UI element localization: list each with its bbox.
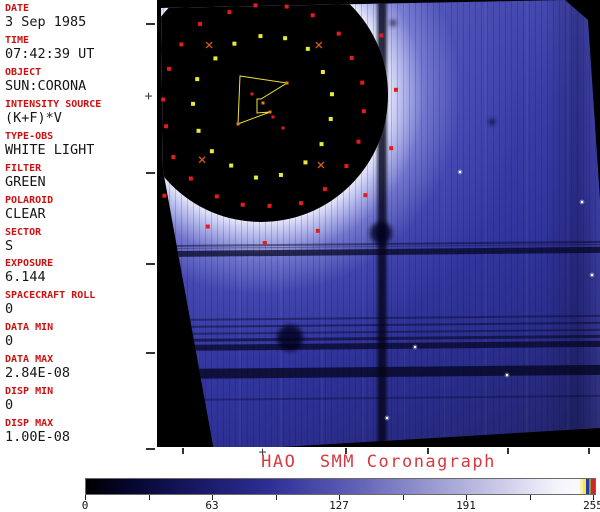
- tick-mark: [146, 352, 155, 354]
- metadata-label: DATA MAX: [5, 354, 54, 366]
- metadata-value: WHITE LIGHT: [5, 141, 95, 158]
- colorbar-minor-tick: [148, 495, 150, 500]
- metadata-label: DISP MIN: [5, 386, 54, 398]
- metadata-field: TYPE-OBS WHITE LIGHT: [5, 131, 94, 158]
- metadata-field: OBJECT SUN:CORONA: [5, 67, 86, 94]
- colorbar-tick-label: 191: [456, 499, 476, 512]
- tick-mark: [146, 172, 155, 174]
- colorbar-end-stripes: [580, 479, 595, 494]
- metadata-value: (K+F)*V: [5, 109, 62, 126]
- metadata-value: 3 Sep 1985: [5, 14, 87, 30]
- metadata-field: DISP MIN 0: [5, 386, 53, 413]
- metadata-field: SECTOR S: [5, 227, 41, 254]
- metadata-label: SPACECRAFT ROLL: [5, 290, 96, 302]
- metadata-label: SECTOR: [5, 226, 42, 238]
- metadata-label: FILTER: [5, 162, 42, 174]
- metadata-value: 0: [5, 333, 14, 350]
- metadata-label: DATA MIN: [5, 322, 54, 334]
- colorbar-minor-tick: [275, 495, 277, 500]
- metadata-label: DATE: [5, 3, 30, 14]
- metadata-value: 6.144: [5, 269, 46, 286]
- metadata-value: 0: [5, 397, 14, 414]
- tick-mark: [146, 23, 155, 25]
- plus-fiducial: +: [144, 89, 153, 104]
- metadata-label: EXPOSURE: [5, 258, 54, 270]
- metadata-value: CLEAR: [5, 205, 46, 222]
- metadata-value: 07:42:39 UT: [5, 45, 95, 62]
- colorbar-minor-tick: [529, 495, 531, 500]
- metadata-value: 0: [5, 301, 14, 318]
- metadata-field: SPACECRAFT ROLL 0: [5, 290, 95, 317]
- metadata-label: OBJECT: [5, 66, 42, 78]
- metadata-field: DATA MIN 0: [5, 322, 53, 349]
- intensity-colorbar: [85, 478, 596, 495]
- metadata-field: POLAROID CLEAR: [5, 195, 53, 222]
- coronagraph-image[interactable]: [157, 0, 600, 447]
- metadata-label: POLAROID: [5, 194, 54, 206]
- metadata-label: INTENSITY SOURCE: [5, 98, 102, 110]
- metadata-field: INTENSITY SOURCE (K+F)*V: [5, 99, 101, 126]
- image-caption: HAO SMM Coronagraph: [261, 452, 496, 472]
- colorbar-tick-label: 0: [81, 499, 89, 512]
- metadata-field: TIME 07:42:39 UT: [5, 35, 94, 62]
- metadata-field: DATE 3 Sep 1985: [5, 3, 86, 30]
- colorbar-tick-label: 127: [329, 499, 349, 512]
- metadata-value: 2.84E-08: [5, 365, 71, 382]
- colorbar-stripe: [591, 479, 595, 494]
- metadata-field: DATA MAX 2.84E-08: [5, 354, 70, 381]
- tick-mark: [146, 448, 155, 450]
- metadata-label: TYPE-OBS: [5, 130, 54, 142]
- metadata-value: GREEN: [5, 173, 46, 190]
- metadata-field: EXPOSURE 6.144: [5, 258, 53, 285]
- metadata-panel: DATE 3 Sep 1985 TIME 07:42:39 UT OBJECT SUN:C…: [0, 0, 156, 450]
- colorbar-minor-tick: [402, 495, 404, 500]
- colorbar-tick-label: 63: [205, 499, 219, 512]
- colorbar-tick-label: 255: [583, 499, 600, 512]
- tick-mark: [146, 263, 155, 265]
- metadata-value: SUN:CORONA: [5, 77, 87, 94]
- smm-coronagraph-viewer: { "metadata_panel": { "label_color": "#c…: [0, 0, 600, 512]
- metadata-label: TIME: [5, 34, 30, 46]
- metadata-field: DISP MAX 1.00E-08: [5, 418, 70, 445]
- metadata-value: 1.00E-08: [5, 429, 71, 446]
- metadata-label: DISP MAX: [5, 418, 54, 430]
- metadata-value: S: [5, 237, 14, 254]
- fiducial-markers: [161, 3, 595, 421]
- metadata-field: FILTER GREEN: [5, 163, 46, 190]
